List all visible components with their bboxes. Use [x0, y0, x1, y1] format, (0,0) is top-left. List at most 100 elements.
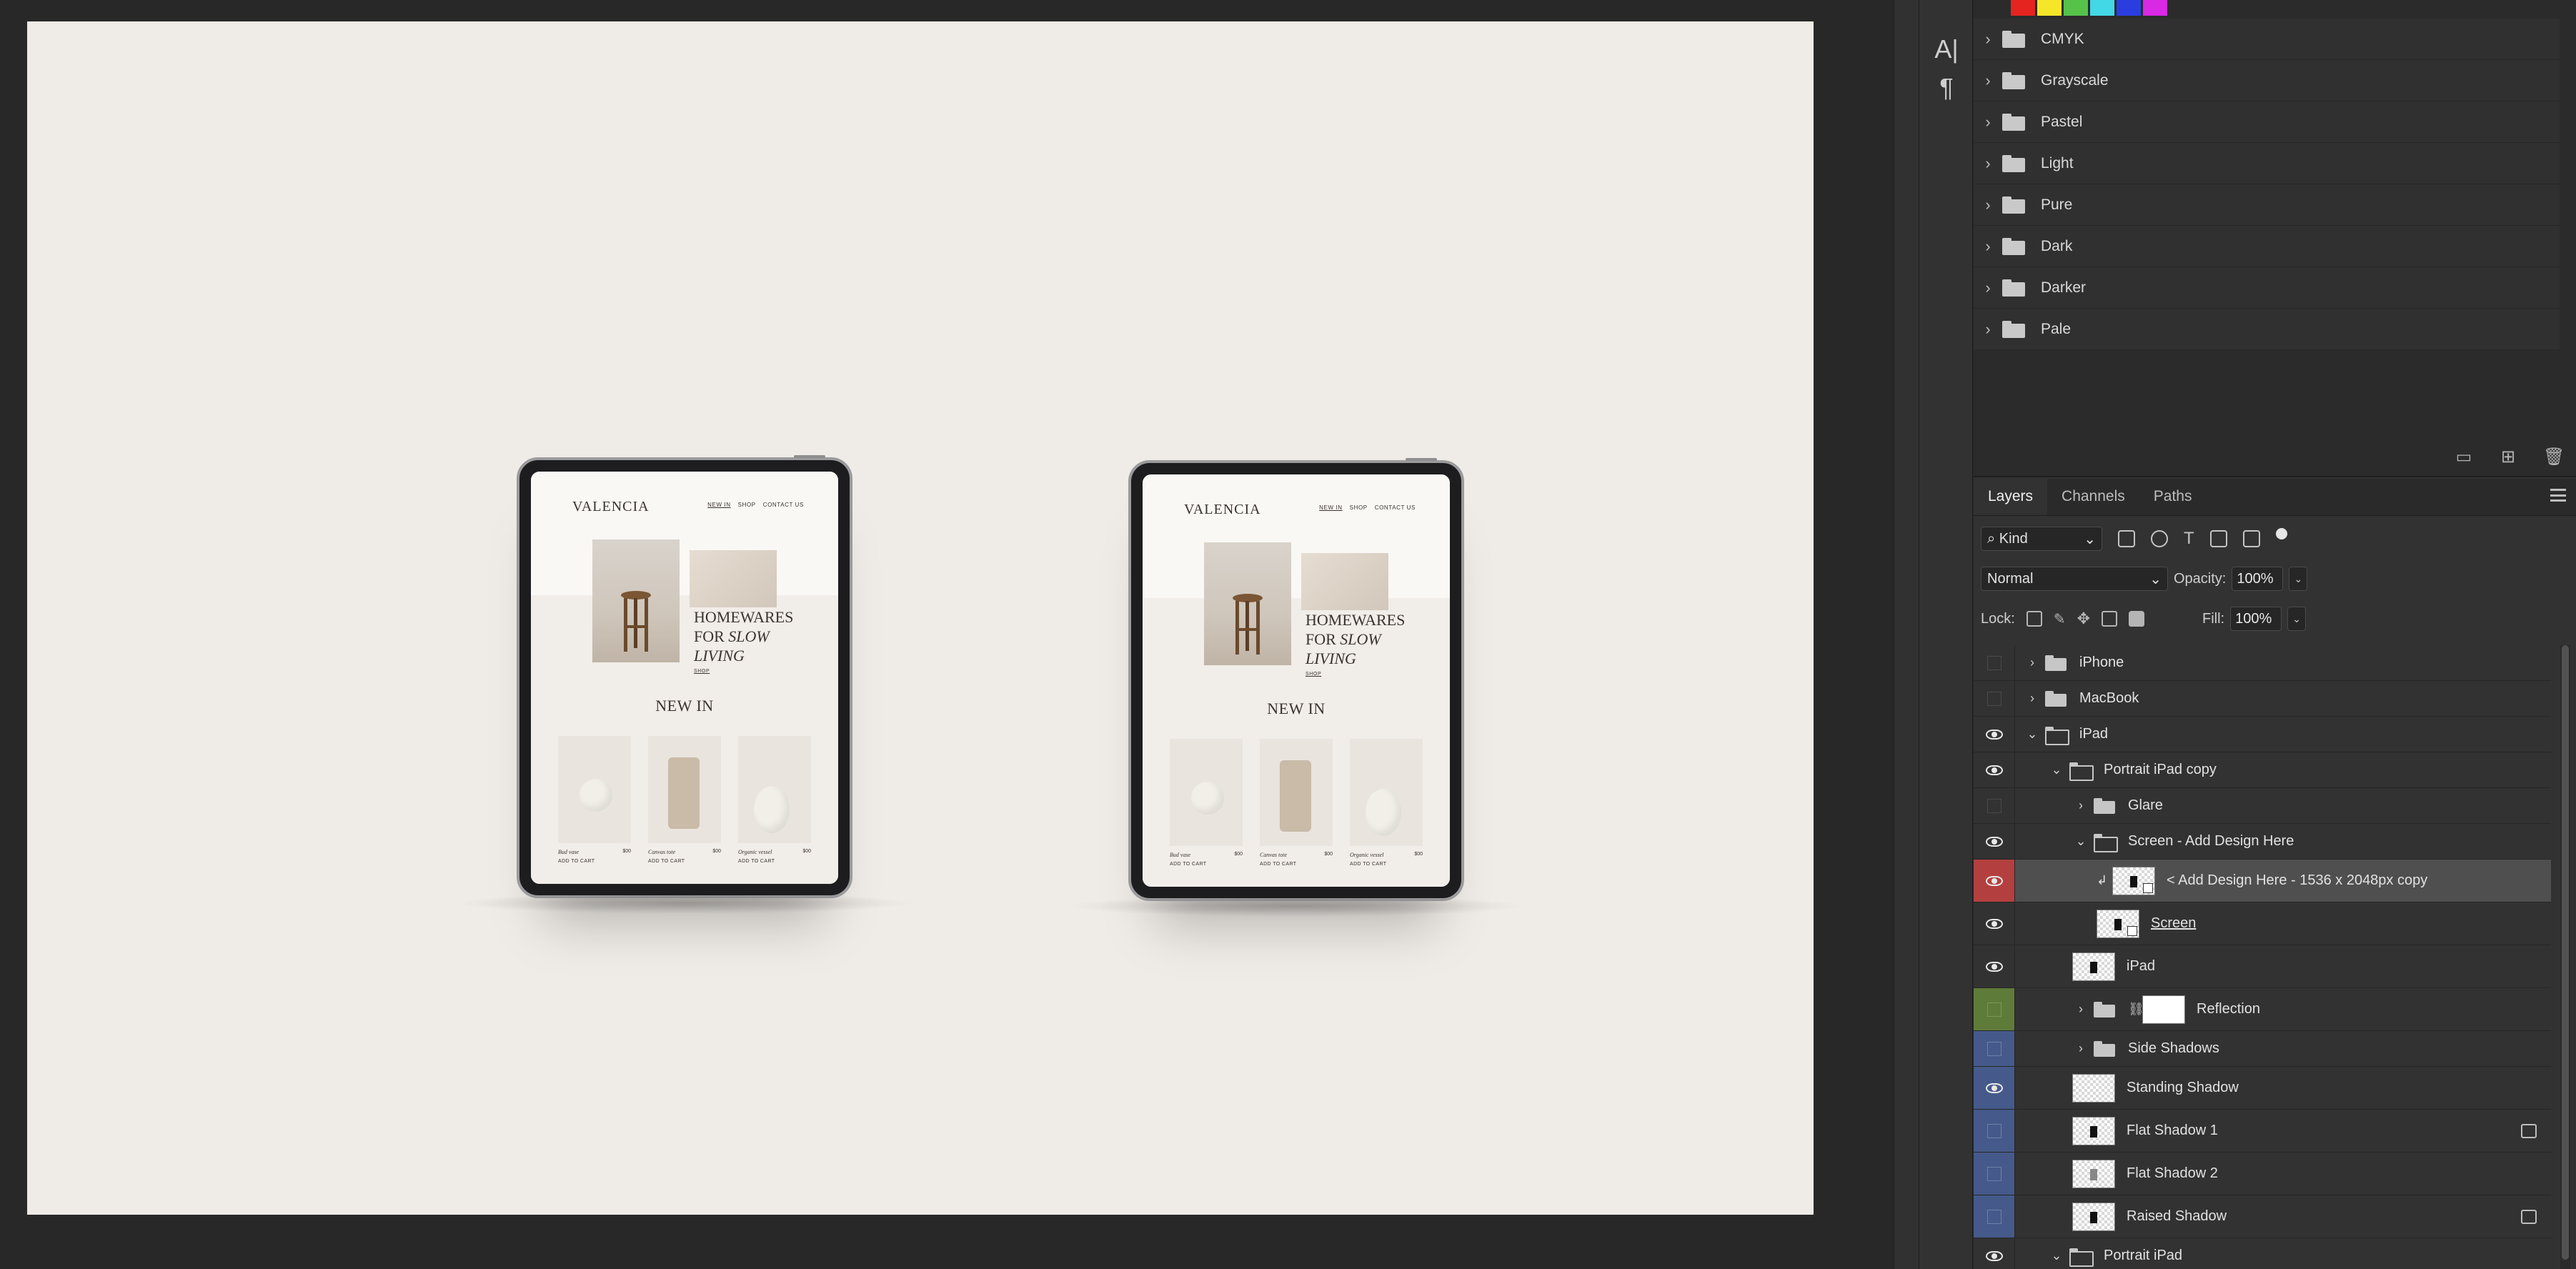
filter-type-icon[interactable]: T — [2184, 529, 2194, 549]
swatch-group-grayscale[interactable]: › Grayscale — [1974, 60, 2560, 101]
visibility-toggle[interactable] — [1974, 717, 2015, 752]
layer-name[interactable]: Screen — [2151, 915, 2196, 932]
chevron-right-icon[interactable]: › — [1974, 320, 2002, 339]
layer-name[interactable]: MacBook — [2079, 690, 2139, 707]
visibility-toggle[interactable] — [1974, 824, 2015, 859]
swatch-color[interactable] — [2090, 0, 2114, 16]
layer-row[interactable]: Flat Shadow 1 — [1974, 1110, 2551, 1153]
chevron-right-icon[interactable]: › — [1974, 279, 2002, 297]
visibility-toggle[interactable] — [1974, 788, 2015, 823]
visibility-toggle[interactable] — [1974, 1067, 2015, 1109]
swatch-color[interactable] — [2037, 0, 2062, 16]
chevron-right-icon[interactable]: › — [1974, 71, 2002, 90]
chevron-down-icon[interactable]: ⌄ — [2048, 1248, 2065, 1263]
layer-row[interactable]: Flat Shadow 2 — [1974, 1153, 2551, 1195]
swatch-group-light[interactable]: › Light — [1974, 143, 2560, 184]
layer-row[interactable]: Standing Shadow — [1974, 1067, 2551, 1110]
layer-name[interactable]: iPad — [2127, 958, 2155, 975]
layer-row[interactable]: › Glare — [1974, 788, 2551, 824]
layer-row[interactable]: › Side Shadows — [1974, 1031, 2551, 1067]
lock-artboard-icon[interactable] — [2102, 611, 2118, 627]
paragraph-panel-icon[interactable]: ¶ — [1925, 70, 1968, 106]
layer-row[interactable]: iPad — [1974, 945, 2551, 988]
filter-smart-object-icon[interactable] — [2242, 530, 2260, 547]
visibility-toggle[interactable] — [1974, 645, 2015, 680]
layer-row[interactable]: › iPhone — [1974, 645, 2551, 681]
swatch-group-pastel[interactable]: › Pastel — [1974, 101, 2560, 143]
visibility-toggle[interactable] — [1974, 988, 2015, 1030]
link-icon[interactable]: ⛓ — [2128, 1002, 2144, 1017]
visibility-toggle[interactable] — [1974, 945, 2015, 987]
new-swatch-icon[interactable]: ⊞ — [2499, 447, 2517, 467]
tab-channels[interactable]: Channels — [2047, 478, 2139, 515]
tab-paths[interactable]: Paths — [2139, 478, 2207, 515]
visibility-toggle[interactable] — [1974, 1195, 2015, 1238]
layer-row[interactable]: ⌄ Portrait iPad copy — [1974, 752, 2551, 788]
layer-thumbnail[interactable] — [2072, 1116, 2115, 1145]
document-workspace[interactable]: VALENCIA NEW IN SHOP CONTACT US HOMEWARE… — [0, 0, 1894, 1269]
swatch-group-pure[interactable]: › Pure — [1974, 184, 2560, 226]
layer-thumbnail[interactable] — [2072, 1202, 2115, 1231]
trash-icon[interactable]: 🗑 — [2543, 447, 2565, 467]
layer-name[interactable]: Standing Shadow — [2127, 1080, 2239, 1096]
layer-name[interactable]: Reflection — [2197, 1001, 2260, 1017]
layer-name[interactable]: iPhone — [2079, 655, 2124, 671]
layers-scrollbar[interactable] — [2560, 645, 2570, 1269]
layer-name[interactable]: iPad — [2079, 726, 2108, 742]
visibility-toggle[interactable] — [1974, 1110, 2015, 1152]
layer-name[interactable]: Portrait iPad copy — [2104, 762, 2217, 778]
layer-row[interactable]: › MacBook — [1974, 681, 2551, 717]
chevron-right-icon[interactable]: › — [1974, 237, 2002, 256]
swatch-color[interactable] — [2117, 0, 2141, 16]
layer-row[interactable]: Raised Shadow — [1974, 1195, 2551, 1238]
chevron-right-icon[interactable]: › — [2072, 1041, 2089, 1056]
swatch-color[interactable] — [2143, 0, 2167, 16]
layer-mask-thumbnail[interactable] — [2142, 995, 2185, 1024]
layer-thumbnail[interactable] — [2072, 952, 2115, 981]
chevron-down-icon[interactable]: ⌄ — [2024, 727, 2041, 742]
chevron-right-icon[interactable]: › — [1974, 30, 2002, 49]
new-group-icon[interactable]: ▭ — [2455, 447, 2473, 467]
layer-row[interactable]: Screen — [1974, 902, 2551, 945]
filter-shape-icon[interactable] — [2209, 530, 2227, 547]
chevron-right-icon[interactable]: › — [2024, 691, 2041, 706]
opacity-dropdown[interactable]: ⌄ — [2289, 567, 2308, 591]
chevron-right-icon[interactable]: › — [1974, 196, 2002, 214]
layer-name[interactable]: Flat Shadow 2 — [2127, 1165, 2218, 1182]
visibility-toggle[interactable] — [1974, 860, 2015, 902]
smart-filter-icon[interactable] — [2521, 1209, 2537, 1224]
swatch-color[interactable] — [2011, 0, 2035, 16]
visibility-toggle[interactable] — [1974, 1238, 2015, 1269]
fill-dropdown[interactable]: ⌄ — [2287, 607, 2307, 631]
character-panel-icon[interactable]: A| — [1925, 31, 1968, 67]
opacity-field[interactable]: 100% — [2232, 567, 2284, 591]
visibility-toggle[interactable] — [1974, 902, 2015, 945]
layer-row[interactable]: ↲ < Add Design Here - 1536 x 2048px copy — [1974, 860, 2551, 902]
blend-mode-select[interactable]: Normal ⌄ — [1981, 567, 2168, 591]
layer-row[interactable]: ⌄ Portrait iPad — [1974, 1238, 2551, 1269]
swatch-group-darker[interactable]: › Darker — [1974, 267, 2560, 309]
layer-row[interactable]: ⌄ Screen - Add Design Here — [1974, 824, 2551, 860]
layer-name[interactable]: Portrait iPad — [2104, 1248, 2182, 1264]
visibility-toggle[interactable] — [1974, 1153, 2015, 1195]
filter-kind-select[interactable]: ⌕ Kind ⌄ — [1981, 527, 2102, 551]
visibility-toggle[interactable] — [1974, 681, 2015, 716]
layer-row[interactable]: › ⛓ Reflection — [1974, 988, 2551, 1031]
layer-thumbnail[interactable] — [2097, 909, 2139, 938]
layer-name[interactable]: < Add Design Here - 1536 x 2048px copy — [2167, 872, 2427, 889]
lock-transparency-icon[interactable] — [2026, 611, 2042, 627]
smart-filter-icon[interactable] — [2521, 1123, 2537, 1138]
panel-menu-icon[interactable] — [2550, 489, 2566, 502]
chevron-right-icon[interactable]: › — [1974, 113, 2002, 131]
layer-name[interactable]: Glare — [2128, 797, 2163, 814]
chevron-right-icon[interactable]: › — [2072, 798, 2089, 813]
layer-row[interactable]: ⌄ iPad — [1974, 717, 2551, 752]
swatch-group-pale[interactable]: › Pale — [1974, 309, 2560, 350]
lock-brush-icon[interactable]: ✎ — [2054, 610, 2066, 628]
layer-thumbnail[interactable] — [2112, 866, 2155, 895]
filter-pixel-icon[interactable] — [2118, 530, 2135, 547]
document-canvas[interactable]: VALENCIA NEW IN SHOP CONTACT US HOMEWARE… — [27, 21, 1814, 1215]
layer-name[interactable]: Raised Shadow — [2127, 1208, 2227, 1225]
chevron-right-icon[interactable]: › — [2024, 655, 2041, 670]
chevron-down-icon[interactable]: ⌄ — [2048, 762, 2065, 777]
